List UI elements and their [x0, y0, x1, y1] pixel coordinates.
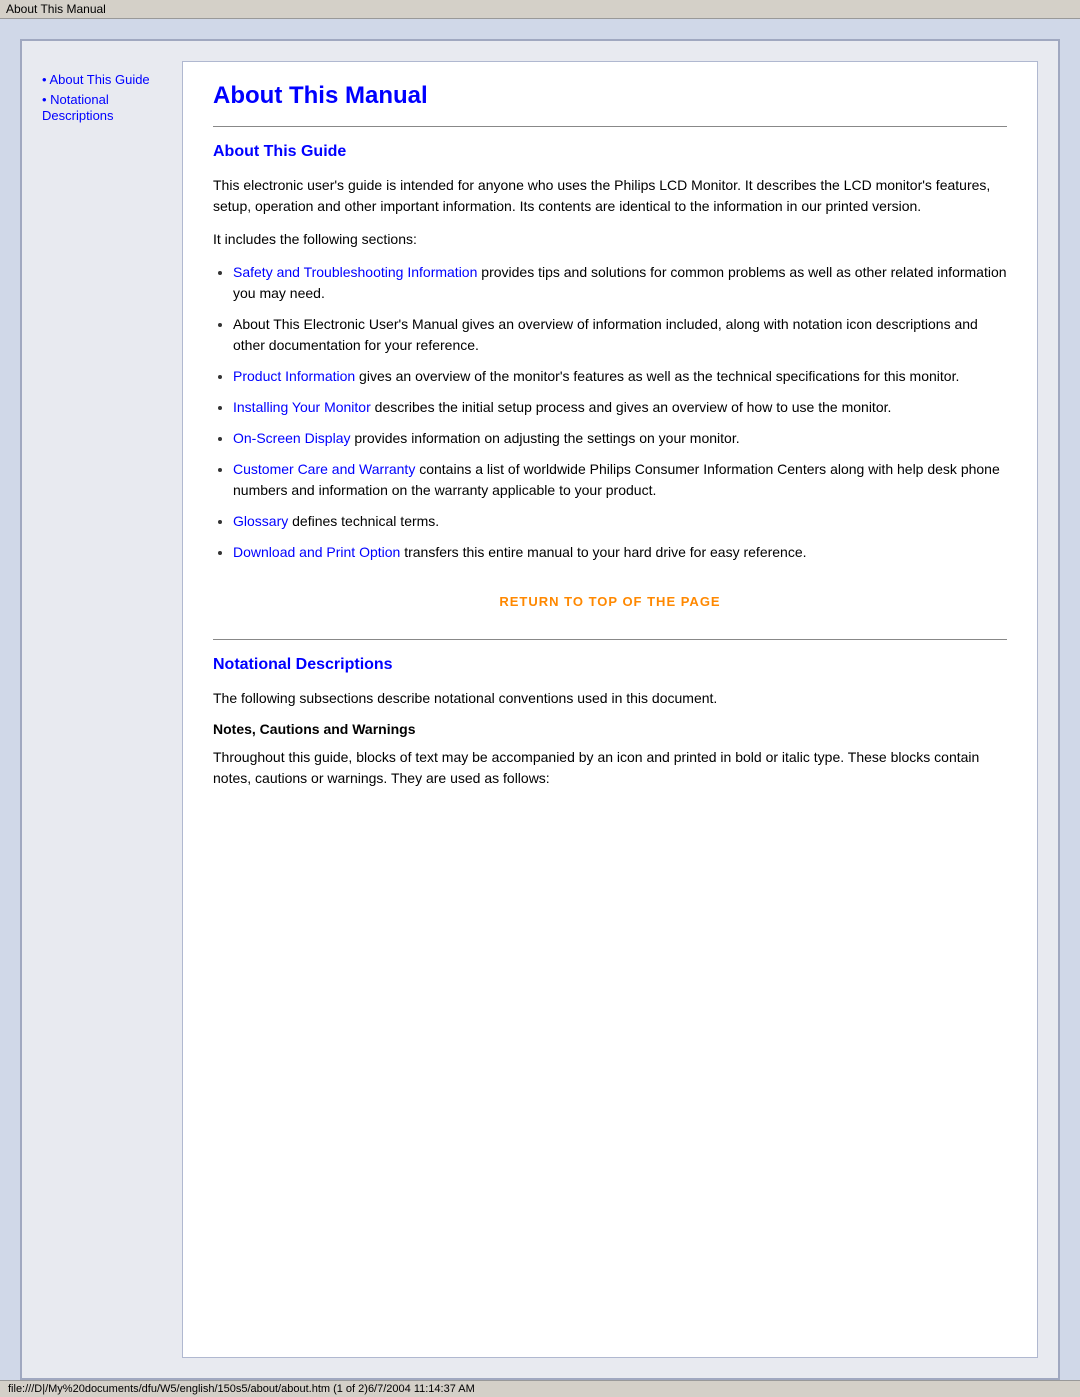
- list-item: Glossary defines technical terms.: [233, 511, 1007, 532]
- browser-frame: • About This Guide • Notational Descript…: [20, 39, 1060, 1380]
- glossary-link[interactable]: Glossary: [233, 513, 288, 529]
- download-text: transfers this entire manual to your har…: [400, 544, 806, 560]
- list-item: Product Information gives an overview of…: [233, 366, 1007, 387]
- installing-link[interactable]: Installing Your Monitor: [233, 399, 371, 415]
- list-item: Safety and Troubleshooting Information p…: [233, 262, 1007, 304]
- sidebar: • About This Guide • Notational Descript…: [42, 61, 182, 1358]
- sidebar-item-about-guide[interactable]: • About This Guide: [42, 71, 172, 87]
- list-item: Installing Your Monitor describes the in…: [233, 397, 1007, 418]
- content-wrapper: • About This Guide • Notational Descript…: [22, 41, 1058, 1378]
- glossary-text: defines technical terms.: [288, 513, 439, 529]
- about-guide-heading: About This Guide: [213, 143, 1007, 161]
- osd-text: provides information on adjusting the se…: [351, 430, 740, 446]
- main-area: • About This Guide • Notational Descript…: [0, 19, 1080, 1380]
- sections-list: Safety and Troubleshooting Information p…: [233, 262, 1007, 563]
- bullet-icon-2: •: [42, 92, 50, 107]
- statusbar: file:///D|/My%20documents/dfu/W5/english…: [0, 1380, 1080, 1397]
- notational-heading: Notational Descriptions: [213, 656, 1007, 674]
- product-info-text: gives an overview of the monitor's featu…: [355, 368, 959, 384]
- list-item: Customer Care and Warranty contains a li…: [233, 459, 1007, 501]
- sidebar-item-notational[interactable]: • Notational Descriptions: [42, 91, 172, 123]
- download-link[interactable]: Download and Print Option: [233, 544, 400, 560]
- notes-cautions-text: Throughout this guide, blocks of text ma…: [213, 747, 1007, 789]
- installing-text: describes the initial setup process and …: [371, 399, 892, 415]
- product-info-link[interactable]: Product Information: [233, 368, 355, 384]
- notational-section: Notational Descriptions The following su…: [213, 656, 1007, 789]
- divider-middle: [213, 639, 1007, 640]
- notational-intro: The following subsections describe notat…: [213, 688, 1007, 709]
- customer-care-link[interactable]: Customer Care and Warranty: [233, 461, 415, 477]
- notes-cautions-heading: Notes, Cautions and Warnings: [213, 721, 1007, 737]
- divider-top: [213, 126, 1007, 127]
- statusbar-text: file:///D|/My%20documents/dfu/W5/english…: [8, 1383, 475, 1395]
- titlebar: About This Manual: [0, 0, 1080, 19]
- titlebar-text: About This Manual: [6, 2, 106, 16]
- sidebar-link-about-guide[interactable]: About This Guide: [49, 72, 149, 87]
- includes-text: It includes the following sections:: [213, 229, 1007, 250]
- osd-link[interactable]: On-Screen Display: [233, 430, 351, 446]
- list-item: Download and Print Option transfers this…: [233, 542, 1007, 563]
- return-to-top[interactable]: RETURN TO TOP OF THE PAGE: [213, 593, 1007, 609]
- electronic-manual-text: About This Electronic User's Manual give…: [233, 316, 978, 353]
- page-title: About This Manual: [213, 82, 1007, 110]
- main-content: About This Manual About This Guide This …: [182, 61, 1038, 1358]
- list-item: About This Electronic User's Manual give…: [233, 314, 1007, 356]
- list-item: On-Screen Display provides information o…: [233, 428, 1007, 449]
- about-guide-section: About This Guide This electronic user's …: [213, 143, 1007, 609]
- return-to-top-link[interactable]: RETURN TO TOP OF THE PAGE: [499, 594, 720, 609]
- safety-link[interactable]: Safety and Troubleshooting Information: [233, 264, 477, 280]
- intro-paragraph: This electronic user's guide is intended…: [213, 175, 1007, 217]
- sidebar-link-notational[interactable]: Notational Descriptions: [42, 92, 114, 123]
